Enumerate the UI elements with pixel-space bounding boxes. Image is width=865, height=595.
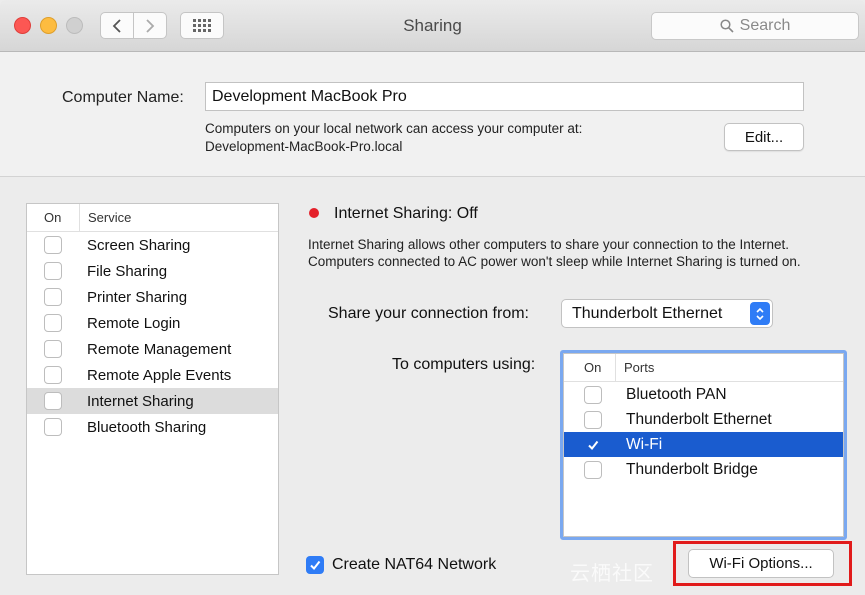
share-from-popup[interactable]: Thunderbolt Ethernet [561,299,773,328]
sharing-window: Sharing Search Computer Name: Developmen… [0,0,865,595]
service-checkbox[interactable] [44,418,62,436]
computer-name-label: Computer Name: [62,89,184,106]
status-indicator-icon [309,208,319,218]
column-on: On [27,204,80,231]
network-address-note: Computers on your local network can acce… [205,120,582,156]
column-service: Service [88,210,132,225]
port-row-thunderbolt-ethernet[interactable]: Thunderbolt Ethernet [564,407,843,432]
search-placeholder: Search [739,17,791,34]
service-row-remote-login[interactable]: Remote Login [27,310,278,336]
share-from-value: Thunderbolt Ethernet [572,305,723,322]
service-checkbox[interactable] [44,366,62,384]
computer-name-section: Computer Name: Development MacBook Pro C… [0,52,865,177]
checkmark-icon [588,440,599,450]
service-label: Printer Sharing [87,288,188,306]
service-checkbox[interactable] [44,262,62,280]
port-label: Thunderbolt Bridge [626,460,758,478]
ports-header: On Ports [564,354,843,382]
sharing-status: Internet Sharing: Off [334,205,478,222]
share-from-label: Share your connection from: [328,305,529,322]
updown-chevron-icon [750,302,770,325]
service-label: Remote Apple Events [87,366,232,384]
checkmark-icon [310,560,321,571]
service-row-screen-sharing[interactable]: Screen Sharing [27,232,278,258]
service-row-internet-sharing[interactable]: Internet Sharing [27,388,278,414]
ports-column-on: On [564,354,616,381]
ports-column-ports: Ports [624,360,655,375]
nat64-label: Create NAT64 Network [332,556,497,573]
port-label: Bluetooth PAN [626,385,727,403]
service-label: Bluetooth Sharing [87,418,207,436]
sharing-description: Internet Sharing allows other computers … [308,237,801,269]
port-label: Thunderbolt Ethernet [626,410,772,428]
service-row-bluetooth-sharing[interactable]: Bluetooth Sharing [27,414,278,440]
service-checkbox[interactable] [44,236,62,254]
service-label: Screen Sharing [87,236,191,254]
edit-button[interactable]: Edit... [724,123,804,151]
service-checkbox[interactable] [44,288,62,306]
search-icon [720,19,734,33]
port-row-wifi[interactable]: Wi-Fi [564,432,843,457]
service-row-printer-sharing[interactable]: Printer Sharing [27,284,278,310]
service-label: Internet Sharing [87,392,194,410]
port-label: Wi-Fi [626,435,663,453]
port-row-bluetooth-pan[interactable]: Bluetooth PAN [564,382,843,407]
titlebar: Sharing Search [0,0,865,52]
ports-list: On Ports Bluetooth PAN Thunderbolt Ether… [560,350,847,540]
service-label: Remote Login [87,314,181,332]
watermark: 云栖社区 [570,563,654,585]
port-checkbox[interactable] [584,385,602,404]
services-list: On Service Screen Sharing File Sharing P… [26,203,279,575]
service-checkbox[interactable] [44,392,62,410]
port-row-thunderbolt-bridge[interactable]: Thunderbolt Bridge [564,457,843,482]
service-row-remote-management[interactable]: Remote Management [27,336,278,362]
nat64-checkbox[interactable] [306,556,324,574]
search-field[interactable]: Search [651,12,859,40]
port-checkbox[interactable] [584,460,602,479]
network-hostname: Development-MacBook-Pro.local [205,139,403,154]
service-label: Remote Management [87,340,232,358]
network-note-line1: Computers on your local network can acce… [205,121,583,136]
to-computers-label: To computers using: [392,356,536,373]
service-checkbox[interactable] [44,340,62,358]
port-checkbox[interactable] [584,436,602,454]
computer-name-input[interactable]: Development MacBook Pro [205,82,804,111]
service-label: File Sharing [87,262,168,280]
service-checkbox[interactable] [44,314,62,332]
highlight-annotation [673,541,852,586]
service-row-remote-apple-events[interactable]: Remote Apple Events [27,362,278,388]
services-header: On Service [27,204,278,232]
service-row-file-sharing[interactable]: File Sharing [27,258,278,284]
port-checkbox[interactable] [584,410,602,429]
